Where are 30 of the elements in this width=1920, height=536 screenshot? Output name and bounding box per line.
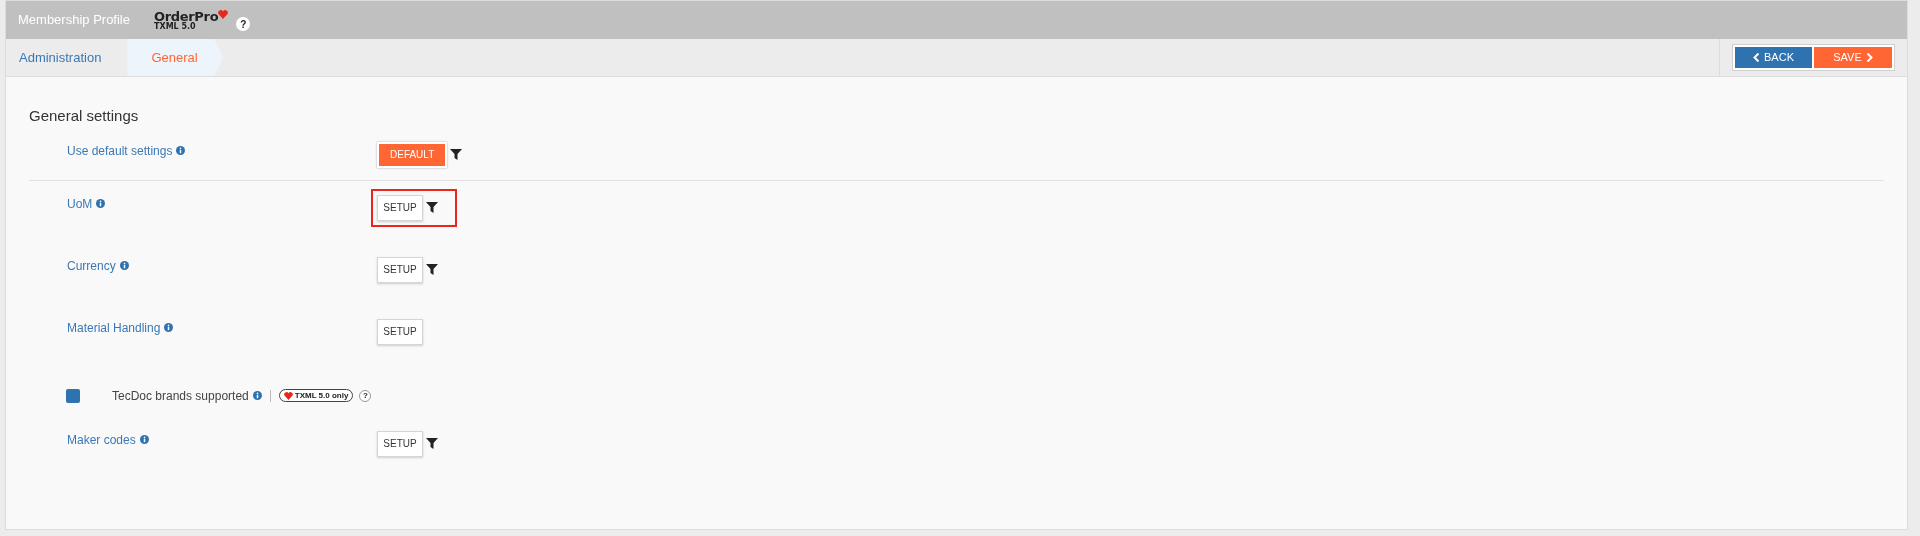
- setup-button[interactable]: SETUP: [377, 430, 423, 457]
- filter-icon[interactable]: [450, 149, 463, 160]
- filter-icon[interactable]: [426, 438, 438, 449]
- help-icon[interactable]: ?: [359, 389, 372, 402]
- product-logo: OrderPro TXML 5.0: [154, 9, 229, 31]
- info-icon: [96, 199, 106, 208]
- info-icon: [139, 435, 149, 444]
- info-icon: [119, 261, 129, 270]
- setting-label: Currency: [67, 257, 116, 275]
- section-title: General settings: [29, 106, 140, 126]
- setting-label: Use default settings: [67, 142, 173, 160]
- setting-label: Maker codes: [67, 431, 136, 449]
- filter-icon[interactable]: [426, 202, 438, 213]
- chevron-right-icon: [1865, 53, 1873, 62]
- setting-label: Material Handling: [67, 319, 161, 337]
- setup-button[interactable]: SETUP: [377, 194, 423, 221]
- checkbox-label: TecDoc brands supported: [112, 387, 249, 405]
- back-button[interactable]: BACK: [1735, 47, 1812, 68]
- setup-button[interactable]: SETUP: [377, 256, 423, 283]
- info-icon: [176, 146, 186, 155]
- chevron-left-icon: [1753, 53, 1760, 62]
- help-icon[interactable]: ?: [236, 17, 251, 31]
- setting-label: UoM: [67, 195, 93, 213]
- page-title: Membership Profile: [18, 11, 130, 30]
- version-badge: TXML 5.0 only: [278, 389, 354, 402]
- filter-icon[interactable]: [426, 264, 438, 275]
- setup-button[interactable]: SETUP: [377, 318, 423, 345]
- info-icon: [164, 323, 174, 332]
- info-icon: [252, 391, 262, 400]
- checkbox[interactable]: [66, 388, 80, 403]
